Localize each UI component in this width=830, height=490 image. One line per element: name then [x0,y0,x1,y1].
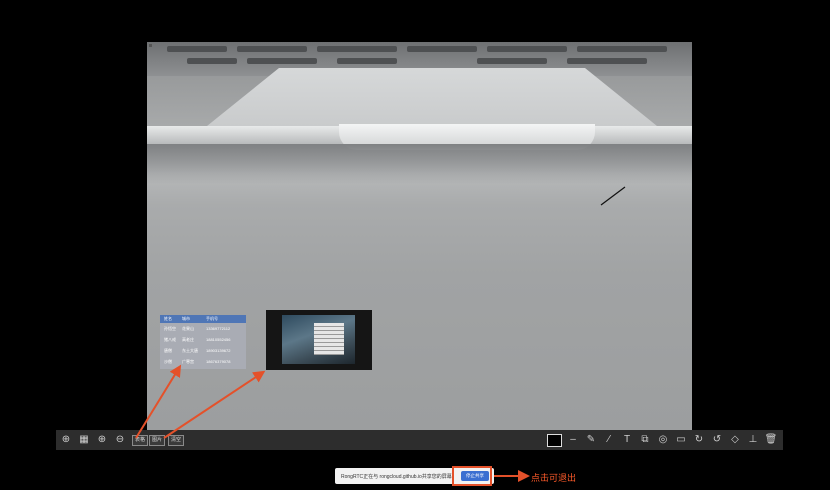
arrow-to-table [135,364,182,439]
exit-hint-label: 点击可退出 [531,473,577,483]
annotation-arrows [135,364,530,482]
arrow-to-image [163,370,266,439]
